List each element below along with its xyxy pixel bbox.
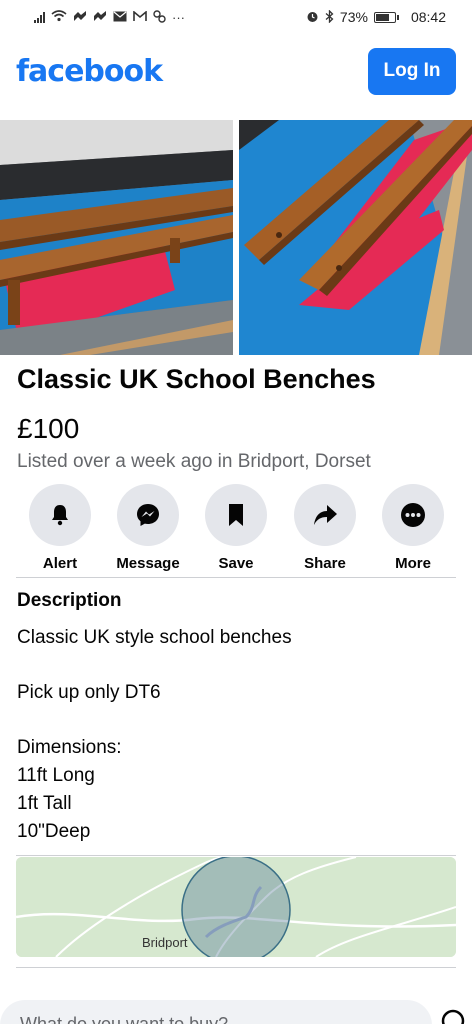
description-heading: Description — [17, 590, 122, 611]
bell-icon — [29, 484, 91, 546]
location-map[interactable]: Bridport — [16, 857, 456, 957]
description-line: Pick up only DT6 — [17, 682, 161, 703]
bluetooth-icon — [325, 8, 334, 25]
listing-title: Classic UK School Benches — [17, 364, 376, 394]
battery-icon — [373, 11, 399, 23]
save-label: Save — [218, 555, 254, 572]
photo-gallery[interactable] — [0, 120, 472, 355]
listing-photo-1[interactable] — [0, 120, 233, 355]
listing-meta: Listed over a week ago in Bridport, Dors… — [17, 451, 371, 472]
description-line: Dimensions: — [17, 737, 122, 758]
more-icon — [382, 484, 444, 546]
alarm-icon — [306, 10, 319, 25]
action-bar: Alert Message Save Share More — [0, 484, 472, 576]
search-icon[interactable] — [440, 1008, 470, 1024]
clock: 08:42 — [410, 9, 446, 25]
description-line: 10"Deep — [17, 821, 91, 842]
app-icon — [153, 9, 166, 25]
more-button[interactable]: More — [369, 484, 457, 572]
alert-label: Alert — [42, 555, 78, 572]
notification-icon — [73, 10, 87, 24]
login-button[interactable]: Log In — [368, 47, 456, 95]
description-line: 11ft Long — [17, 765, 95, 786]
save-button[interactable]: Save — [192, 484, 280, 572]
more-dots-icon: ··· — [172, 9, 185, 25]
message-prompt-input[interactable]: What do you want to buy? — [0, 1000, 432, 1024]
status-left: ··· — [34, 9, 185, 25]
wifi-icon — [51, 10, 67, 24]
divider — [16, 577, 456, 578]
description-line: 1ft Tall — [17, 793, 72, 814]
divider — [16, 855, 456, 856]
listing-price: £100 — [17, 413, 80, 444]
map-place-label: Bridport — [142, 935, 188, 950]
alert-button[interactable]: Alert — [16, 484, 104, 572]
message-label: Message — [116, 555, 180, 572]
divider — [16, 967, 456, 968]
facebook-logo[interactable]: facebook — [16, 54, 163, 89]
more-label: More — [395, 555, 431, 572]
share-button[interactable]: Share — [281, 484, 369, 572]
share-icon — [294, 484, 356, 546]
mail-icon — [113, 11, 127, 24]
description-line: Classic UK style school benches — [17, 627, 292, 648]
signal-icon — [34, 11, 45, 23]
bookmark-icon — [205, 484, 267, 546]
battery-percent: 73% — [339, 9, 368, 25]
gmail-icon — [133, 9, 147, 24]
notification-icon — [93, 10, 107, 24]
messenger-icon — [117, 484, 179, 546]
header: facebook Log In — [0, 40, 472, 102]
message-button[interactable]: Message — [104, 484, 192, 572]
status-bar: ··· 73% 08:42 — [0, 0, 472, 34]
listing-photo-2[interactable] — [239, 120, 472, 355]
share-label: Share — [304, 555, 346, 572]
status-right: 73% 08:42 — [306, 8, 446, 25]
